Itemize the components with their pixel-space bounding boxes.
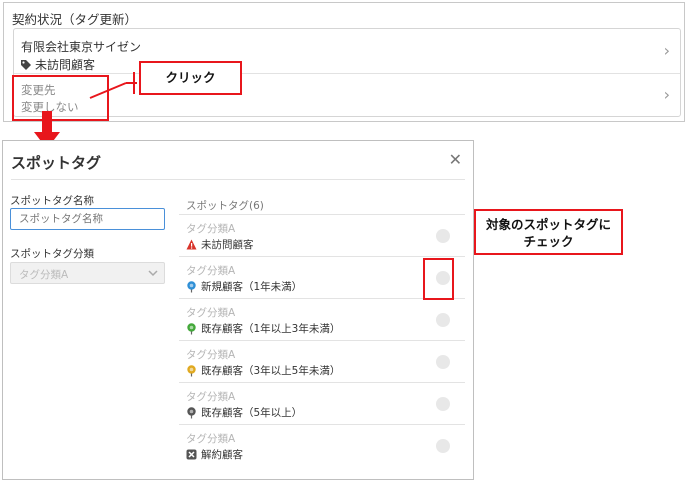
tag-name: 解約顧客: [186, 447, 243, 462]
tag-name: 既存顧客（5年以上）: [186, 405, 302, 420]
warning-icon: [186, 239, 197, 249]
tag-category: タグ分類A: [186, 307, 236, 319]
pin-icon: [187, 322, 196, 334]
spot-tag-modal: スポットタグ ✕ スポットタグ名称 スポットタグ分類 タグ分類A スポットタグ(…: [2, 140, 474, 480]
tag-category-value: タグ分類A: [19, 269, 69, 281]
check-callout-line2: チェック: [523, 234, 574, 249]
tag-radio[interactable]: [436, 229, 450, 243]
chevron-down-icon: [148, 270, 158, 277]
tag-category: タグ分類A: [186, 391, 236, 403]
tag-list-item[interactable]: タグ分類A 未訪問顧客: [179, 215, 465, 257]
tag-radio[interactable]: [436, 355, 450, 369]
tag-name-label: 未訪問顧客: [201, 239, 254, 251]
tag-name-input[interactable]: [10, 208, 165, 230]
close-icon[interactable]: ✕: [449, 150, 462, 169]
tag-category: タグ分類A: [186, 433, 236, 445]
tag-list-item[interactable]: タグ分類A 既存顧客（1年以上3年未満）: [179, 299, 465, 341]
tag-category-select[interactable]: タグ分類A: [10, 262, 165, 284]
tag-name-label: 既存顧客（1年以上3年未満）: [201, 323, 341, 335]
highlight-checkbox: [423, 258, 454, 300]
tag-list-item[interactable]: タグ分類A 既存顧客（5年以上）: [179, 383, 465, 425]
tag-list-item[interactable]: タグ分類A 解約顧客: [179, 425, 465, 467]
tag-name-label: スポットタグ名称: [10, 195, 94, 207]
tag-category: タグ分類A: [186, 265, 236, 277]
divider: [11, 179, 465, 180]
tag-radio[interactable]: [436, 397, 450, 411]
tag-list-header: スポットタグ(6): [186, 200, 264, 212]
pin-icon: [187, 364, 196, 376]
check-callout: 対象のスポットタグに チェック: [474, 209, 623, 255]
click-callout: クリック: [139, 61, 242, 95]
tag-radio[interactable]: [436, 439, 450, 453]
x-box-icon: [186, 449, 197, 459]
tag-category-label: スポットタグ分類: [10, 248, 94, 260]
pin-icon: [187, 280, 196, 292]
tag-name-label: 新規顧客（1年未満）: [201, 281, 303, 293]
modal-title: スポットタグ: [11, 154, 102, 172]
pin-icon: [187, 406, 196, 418]
check-callout-line1: 対象のスポットタグに: [485, 217, 611, 232]
tag-radio[interactable]: [436, 313, 450, 327]
tag-name-label: 既存顧客（5年以上）: [201, 407, 303, 419]
tag-name: 未訪問顧客: [186, 237, 254, 252]
tag-name-label: 既存顧客（3年以上5年未満）: [201, 365, 341, 377]
tag-list-item[interactable]: タグ分類A 既存顧客（3年以上5年未満）: [179, 341, 465, 383]
tag-name: 新規顧客（1年未満）: [186, 279, 302, 294]
tag-category: タグ分類A: [186, 223, 236, 235]
tag-category: タグ分類A: [186, 349, 236, 361]
tag-name: 既存顧客（1年以上3年未満）: [186, 321, 340, 336]
tag-name: 既存顧客（3年以上5年未満）: [186, 363, 340, 378]
click-callout-text: クリック: [165, 70, 216, 85]
tag-name-label: 解約顧客: [201, 449, 243, 461]
